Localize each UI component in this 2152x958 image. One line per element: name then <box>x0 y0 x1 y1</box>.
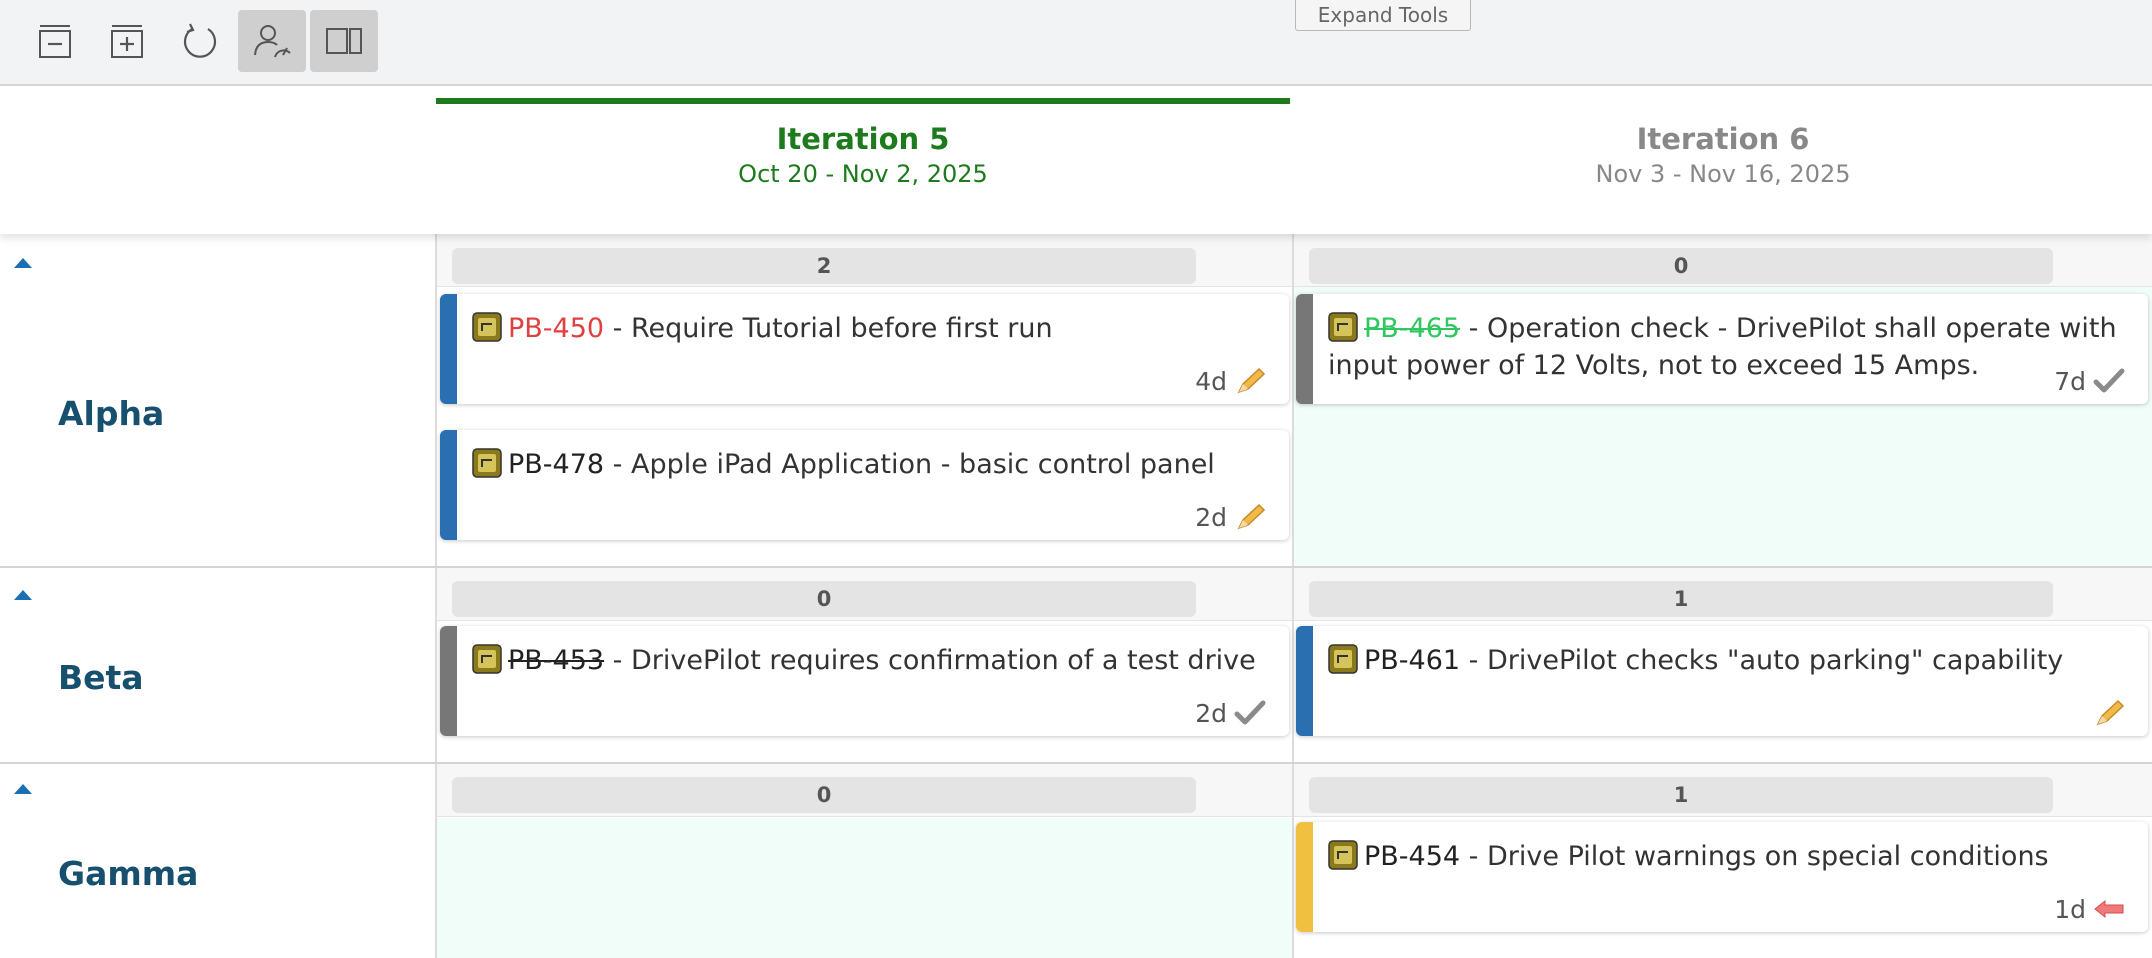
refresh-icon <box>183 23 217 58</box>
expand-tools-button[interactable]: Expand Tools <box>1295 0 1471 31</box>
card-title: - Apple iPad Application - basic control… <box>604 449 1215 480</box>
current-iteration-indicator <box>436 98 1290 104</box>
column-divider <box>1292 234 1294 958</box>
story-card[interactable]: PB-454 - Drive Pilot warnings on special… <box>1296 822 2148 932</box>
card-title: - DrivePilot requires confirmation of a … <box>604 645 1256 676</box>
item-count-badge: 1 <box>1309 777 2053 813</box>
card-body: PB-478 - Apple iPad Application - basic … <box>472 446 1269 483</box>
story-card[interactable]: PB-450 - Require Tutorial before first r… <box>440 294 1289 404</box>
card-body: PB-453 - DrivePilot requires confirmatio… <box>472 642 1269 679</box>
pencil-icon[interactable] <box>2092 698 2126 728</box>
card-body: PB-461 - DrivePilot checks "auto parking… <box>1328 642 2128 679</box>
story-card[interactable]: PB-465 - Operation check - DrivePilot sh… <box>1296 294 2148 404</box>
card-id-link[interactable]: PB-465 <box>1364 313 1460 344</box>
story-icon <box>472 644 502 674</box>
card-meta: 7d <box>2054 366 2126 396</box>
checkmark-icon[interactable] <box>2092 366 2126 396</box>
user-performance-button[interactable] <box>238 10 306 72</box>
checkmark-icon[interactable] <box>1233 698 1267 728</box>
story-card[interactable]: PB-453 - DrivePilot requires confirmatio… <box>440 626 1289 736</box>
card-body: PB-450 - Require Tutorial before first r… <box>472 310 1269 347</box>
card-meta: 4d <box>1195 366 1267 396</box>
card-id-link[interactable]: PB-450 <box>508 313 604 344</box>
card-status-stripe <box>440 430 457 540</box>
lane-divider <box>0 566 2152 568</box>
split-view-button[interactable] <box>310 10 378 72</box>
card-status-stripe <box>1296 822 1313 932</box>
collapse-all-icon <box>39 25 71 58</box>
refresh-button[interactable] <box>166 10 234 72</box>
expand-all-icon <box>111 25 143 58</box>
card-status-stripe <box>440 294 457 404</box>
swimlane-label-beta[interactable]: Beta <box>58 658 144 697</box>
iteration-header: Iteration 5 Oct 20 - Nov 2, 2025 Iterati… <box>0 86 2152 234</box>
card-meta: 2d <box>1195 502 1267 532</box>
collapse-lane-icon[interactable] <box>14 590 32 600</box>
item-count-badge: 0 <box>1309 248 2053 284</box>
story-icon <box>1328 644 1358 674</box>
toolbar: Expand Tools <box>0 0 2152 86</box>
swimlane-label-alpha[interactable]: Alpha <box>58 394 164 433</box>
iteration-dates: Nov 3 - Nov 16, 2025 <box>1595 160 1851 188</box>
collapse-all-button[interactable] <box>22 10 90 72</box>
item-count-badge: 2 <box>452 248 1196 284</box>
item-count-badge: 1 <box>1309 581 2053 617</box>
board-grid: 2 0 0 1 0 1 Alpha Beta Gamma PB-450 - Re… <box>0 234 2152 958</box>
iteration-dates: Oct 20 - Nov 2, 2025 <box>738 160 988 188</box>
card-estimate: 2d <box>1195 698 1227 728</box>
story-card[interactable]: PB-461 - DrivePilot checks "auto parking… <box>1296 626 2148 736</box>
iteration-name: Iteration 6 <box>1636 122 1810 156</box>
story-icon <box>1328 312 1358 342</box>
card-estimate: 4d <box>1195 366 1227 396</box>
column-divider <box>435 234 437 958</box>
pencil-icon[interactable] <box>1233 502 1267 532</box>
user-performance-icon <box>254 25 291 58</box>
card-meta: 1d <box>2054 894 2126 924</box>
card-estimate: 2d <box>1195 502 1227 532</box>
card-status-stripe <box>1296 294 1313 404</box>
pencil-icon[interactable] <box>1233 366 1267 396</box>
card-status-stripe <box>1296 626 1313 736</box>
item-count-badge: 0 <box>452 777 1196 813</box>
card-title: - Require Tutorial before first run <box>604 313 1053 344</box>
card-estimate: 7d <box>2054 366 2086 396</box>
lane-divider <box>0 762 2152 764</box>
iteration-column-6[interactable]: Iteration 6 Nov 3 - Nov 16, 2025 <box>1294 122 2152 188</box>
iteration-name: Iteration 5 <box>776 122 950 156</box>
collapse-lane-icon[interactable] <box>14 258 32 268</box>
story-icon <box>472 448 502 478</box>
card-body: PB-465 - Operation check - DrivePilot sh… <box>1328 310 2128 384</box>
drop-zone[interactable] <box>437 818 1292 958</box>
card-estimate: 1d <box>2054 894 2086 924</box>
story-icon <box>1328 840 1358 870</box>
card-id-link[interactable]: PB-454 <box>1364 841 1460 872</box>
swimlane-label-gamma[interactable]: Gamma <box>58 854 198 893</box>
card-id-link[interactable]: PB-461 <box>1364 645 1460 676</box>
card-title: - DrivePilot checks "auto parking" capab… <box>1460 645 2064 676</box>
card-id-link[interactable]: PB-453 <box>508 645 604 676</box>
iteration-column-5[interactable]: Iteration 5 Oct 20 - Nov 2, 2025 <box>436 122 1290 188</box>
item-count-badge: 0 <box>452 581 1196 617</box>
card-body: PB-454 - Drive Pilot warnings on special… <box>1328 838 2128 875</box>
expand-all-button[interactable] <box>94 10 162 72</box>
back-arrow-icon[interactable] <box>2092 894 2126 924</box>
split-view-icon <box>326 28 362 54</box>
story-icon <box>472 312 502 342</box>
card-title: - Drive Pilot warnings on special condit… <box>1460 841 2049 872</box>
card-id-link[interactable]: PB-478 <box>508 449 604 480</box>
story-card[interactable]: PB-478 - Apple iPad Application - basic … <box>440 430 1289 540</box>
card-status-stripe <box>440 626 457 736</box>
collapse-lane-icon[interactable] <box>14 784 32 794</box>
card-meta <box>2086 698 2126 728</box>
card-meta: 2d <box>1195 698 1267 728</box>
